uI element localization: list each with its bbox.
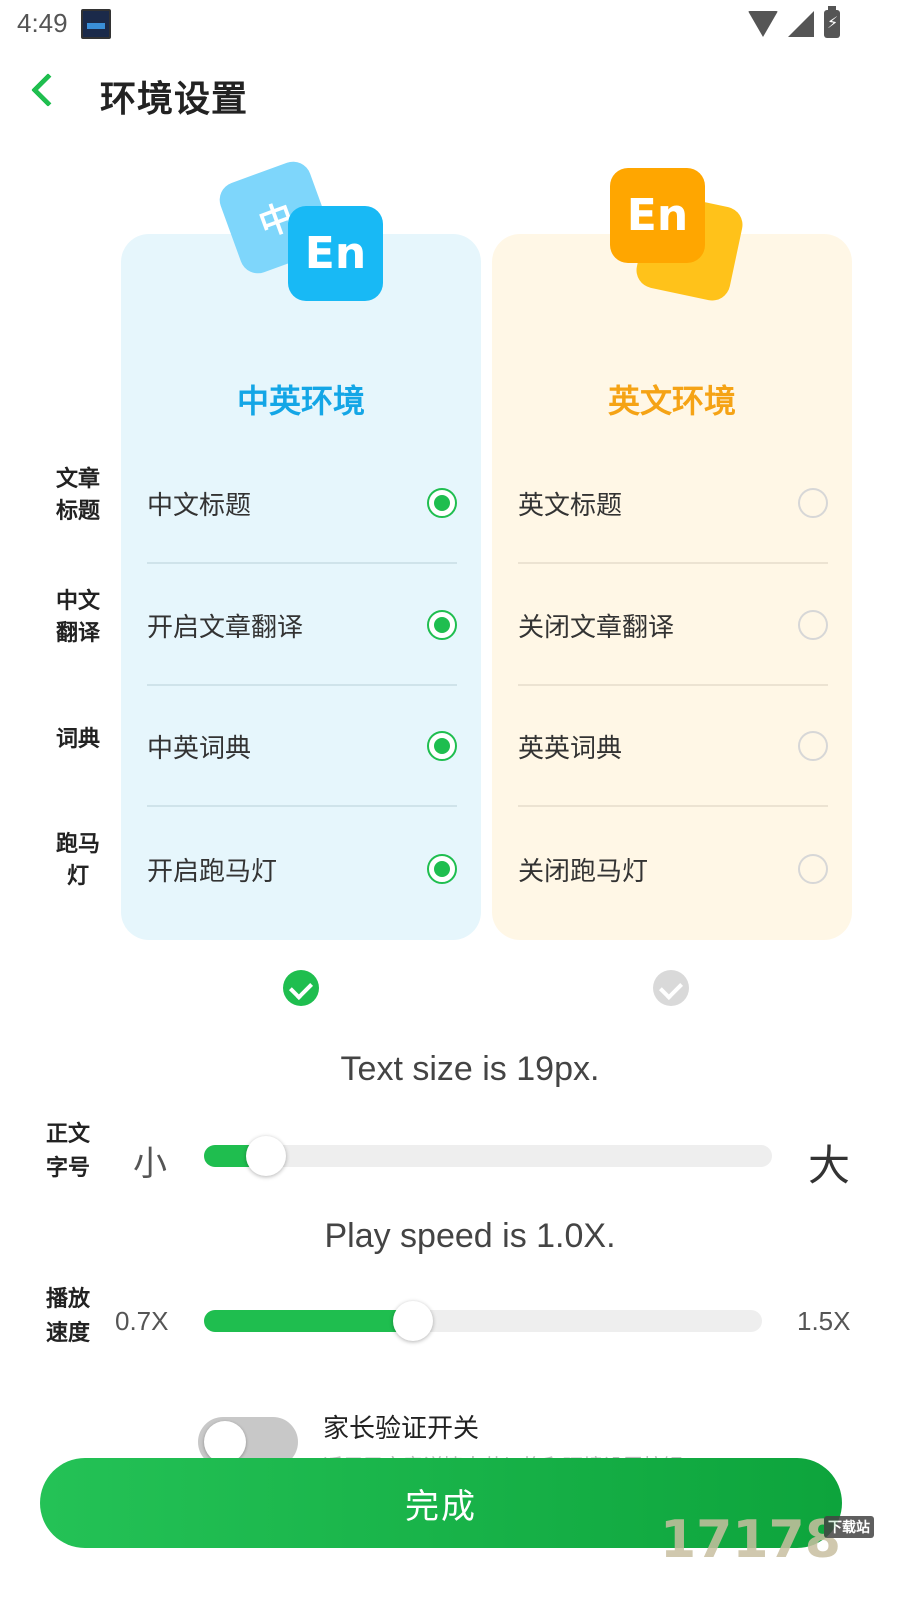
cn-option-title[interactable]: 中文标题 <box>147 444 457 564</box>
radio-unselected-icon[interactable] <box>798 488 828 518</box>
option-label: 英文标题 <box>518 490 623 521</box>
play-speed-max-label: 1.5X <box>797 1306 851 1336</box>
cn-option-dictionary[interactable]: 中英词典 <box>147 687 457 807</box>
option-label: 中文标题 <box>147 490 252 521</box>
signal-icon <box>788 11 814 37</box>
radio-selected-icon[interactable] <box>427 488 457 518</box>
play-speed-min-label: 0.7X <box>115 1306 169 1336</box>
notification-app-icon <box>81 9 111 39</box>
play-speed-slider-fill <box>204 1310 413 1332</box>
text-size-slider[interactable] <box>204 1136 772 1176</box>
site-watermark: 17178 下载站 <box>660 1510 880 1570</box>
watermark-tag: 下载站 <box>824 1516 874 1538</box>
option-label: 开启文章翻译 <box>147 612 304 643</box>
text-size-min-label: 小 <box>133 1145 167 1183</box>
text-size-label: 正文 字号 <box>45 1122 90 1181</box>
text-size-slider-handle[interactable] <box>246 1136 286 1176</box>
radio-unselected-icon[interactable] <box>798 731 828 761</box>
radio-selected-icon[interactable] <box>427 731 457 761</box>
battery-charging-glyph: ⚡ <box>827 13 839 32</box>
english-badge-icon: En <box>288 206 383 301</box>
en-environment-title: 英文环境 <box>607 382 736 420</box>
radio-unselected-icon[interactable] <box>798 610 828 640</box>
en-environment-check-icon[interactable] <box>653 970 689 1006</box>
app-bar: 环境设置 <box>0 60 900 130</box>
option-label: 开启跑马灯 <box>147 856 278 887</box>
option-label: 中英词典 <box>147 733 252 764</box>
en-option-marquee[interactable]: 关闭跑马灯 <box>518 809 828 929</box>
watermark-text: 17178 <box>660 1510 841 1570</box>
status-icons: ⚡ <box>748 6 840 38</box>
cn-environment-title: 中英环境 <box>236 382 365 420</box>
option-label: 关闭文章翻译 <box>518 612 675 643</box>
back-arrow-icon[interactable] <box>31 73 65 107</box>
status-bar: 4:49 ⚡ <box>0 0 900 48</box>
row-label-chinese-translation: 中文 翻译 <box>55 589 100 646</box>
radio-selected-icon[interactable] <box>427 854 457 884</box>
text-size-caption: Text size is 19px. <box>340 1050 600 1088</box>
cn-environment-card[interactable]: 中英环境 中文标题 开启文章翻译 中英词典 开启跑马灯 <box>121 234 481 940</box>
cn-option-marquee[interactable]: 开启跑马灯 <box>147 809 457 929</box>
radio-selected-icon[interactable] <box>427 610 457 640</box>
play-speed-label: 播放 速度 <box>45 1287 90 1346</box>
english-badge-icon: En <box>610 168 705 263</box>
status-time: 4:49 <box>17 8 68 38</box>
row-label-dictionary: 词典 <box>55 727 100 752</box>
en-option-translation[interactable]: 关闭文章翻译 <box>518 566 828 686</box>
radio-unselected-icon[interactable] <box>798 854 828 884</box>
cn-environment-check-icon[interactable] <box>283 970 319 1006</box>
cn-option-translation[interactable]: 开启文章翻译 <box>147 566 457 686</box>
option-label: 英英词典 <box>518 733 623 764</box>
play-speed-slider[interactable] <box>204 1301 762 1341</box>
text-size-max-label: 大 <box>808 1142 851 1189</box>
row-label-marquee: 跑马灯 <box>55 832 100 889</box>
en-option-dictionary[interactable]: 英英词典 <box>518 687 828 807</box>
en-option-title[interactable]: 英文标题 <box>518 444 828 564</box>
row-label-article-title: 文章 标题 <box>55 467 100 524</box>
wifi-icon <box>748 11 778 37</box>
parent-verification-title: 家长验证开关 <box>323 1414 480 1444</box>
play-speed-caption: Play speed is 1.0X. <box>324 1217 616 1255</box>
en-environment-card[interactable]: 英文环境 英文标题 关闭文章翻译 英英词典 关闭跑马灯 <box>492 234 852 940</box>
battery-icon: ⚡ <box>824 6 840 38</box>
option-label: 关闭跑马灯 <box>518 856 649 887</box>
page-title: 环境设置 <box>100 79 249 120</box>
play-speed-slider-handle[interactable] <box>393 1301 433 1341</box>
